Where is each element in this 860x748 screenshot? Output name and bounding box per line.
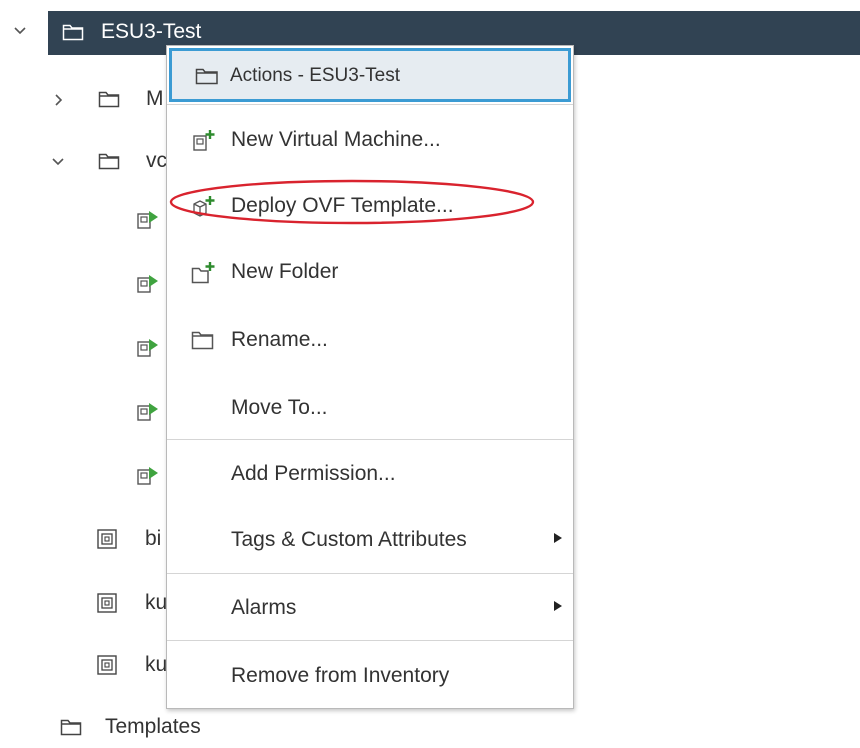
submenu-arrow-icon xyxy=(553,600,563,615)
menu-divider xyxy=(167,439,573,440)
tree-root-label: ESU3-Test xyxy=(101,20,202,43)
menu-item-label: Alarms xyxy=(231,596,297,619)
vm-running-icon xyxy=(136,464,158,485)
new-vm-icon xyxy=(191,129,215,158)
vm-template-icon xyxy=(96,528,118,549)
menu-divider xyxy=(167,573,573,574)
chevron-right-icon[interactable] xyxy=(50,93,66,109)
folder-icon xyxy=(98,151,120,171)
menu-item-add-permission[interactable]: Add Permission... xyxy=(167,444,573,504)
context-menu-header: Actions - ESU3-Test xyxy=(169,48,571,102)
context-menu-title: Actions - ESU3-Test xyxy=(230,65,400,86)
menu-item-new-virtual-machine[interactable]: New Virtual Machine... xyxy=(167,110,573,170)
menu-divider xyxy=(167,104,573,105)
annotation-highlight-ellipse xyxy=(169,179,535,225)
tree-row[interactable]: Templates xyxy=(0,714,860,748)
menu-item-remove-from-inventory[interactable]: Remove from Inventory xyxy=(167,646,573,706)
vm-running-icon xyxy=(136,400,158,421)
chevron-down-icon[interactable] xyxy=(12,24,28,40)
folder-icon xyxy=(60,717,82,737)
submenu-arrow-icon xyxy=(553,532,563,547)
folder-icon xyxy=(191,329,215,356)
menu-item-tags-custom-attributes[interactable]: Tags & Custom Attributes xyxy=(167,510,573,570)
menu-item-label: Remove from Inventory xyxy=(231,664,450,687)
menu-item-alarms[interactable]: Alarms xyxy=(167,578,573,638)
menu-item-label: Add Permission... xyxy=(231,462,396,485)
vm-template-icon xyxy=(96,654,118,675)
tree-item-label: ku xyxy=(145,653,168,676)
menu-item-new-folder[interactable]: New Folder xyxy=(167,242,573,302)
vm-running-icon xyxy=(136,336,158,357)
menu-item-label: New Virtual Machine... xyxy=(231,128,441,151)
menu-item-label: Rename... xyxy=(231,328,328,351)
chevron-down-icon[interactable] xyxy=(50,155,66,171)
tree-item-label: ku xyxy=(145,591,168,614)
menu-item-label: Tags & Custom Attributes xyxy=(231,528,467,551)
vm-running-icon xyxy=(136,208,158,229)
vm-running-icon xyxy=(136,272,158,293)
menu-divider xyxy=(167,640,573,641)
vm-template-icon xyxy=(96,592,118,613)
menu-item-move-to[interactable]: Move To... xyxy=(167,378,573,438)
folder-icon xyxy=(62,22,84,42)
tree-item-label: Templates xyxy=(105,715,201,738)
context-menu: Actions - ESU3-Test New Virtual Machine.… xyxy=(166,45,574,709)
new-folder-icon xyxy=(191,261,215,290)
tree-item-label: M xyxy=(146,87,164,110)
folder-icon xyxy=(195,66,219,91)
menu-item-label: New Folder xyxy=(231,260,339,283)
menu-item-label: Move To... xyxy=(231,396,328,419)
menu-item-rename[interactable]: Rename... xyxy=(167,310,573,370)
tree-item-label: bi xyxy=(145,527,162,550)
tree-item-label: vc xyxy=(146,149,167,172)
folder-icon xyxy=(98,89,120,109)
